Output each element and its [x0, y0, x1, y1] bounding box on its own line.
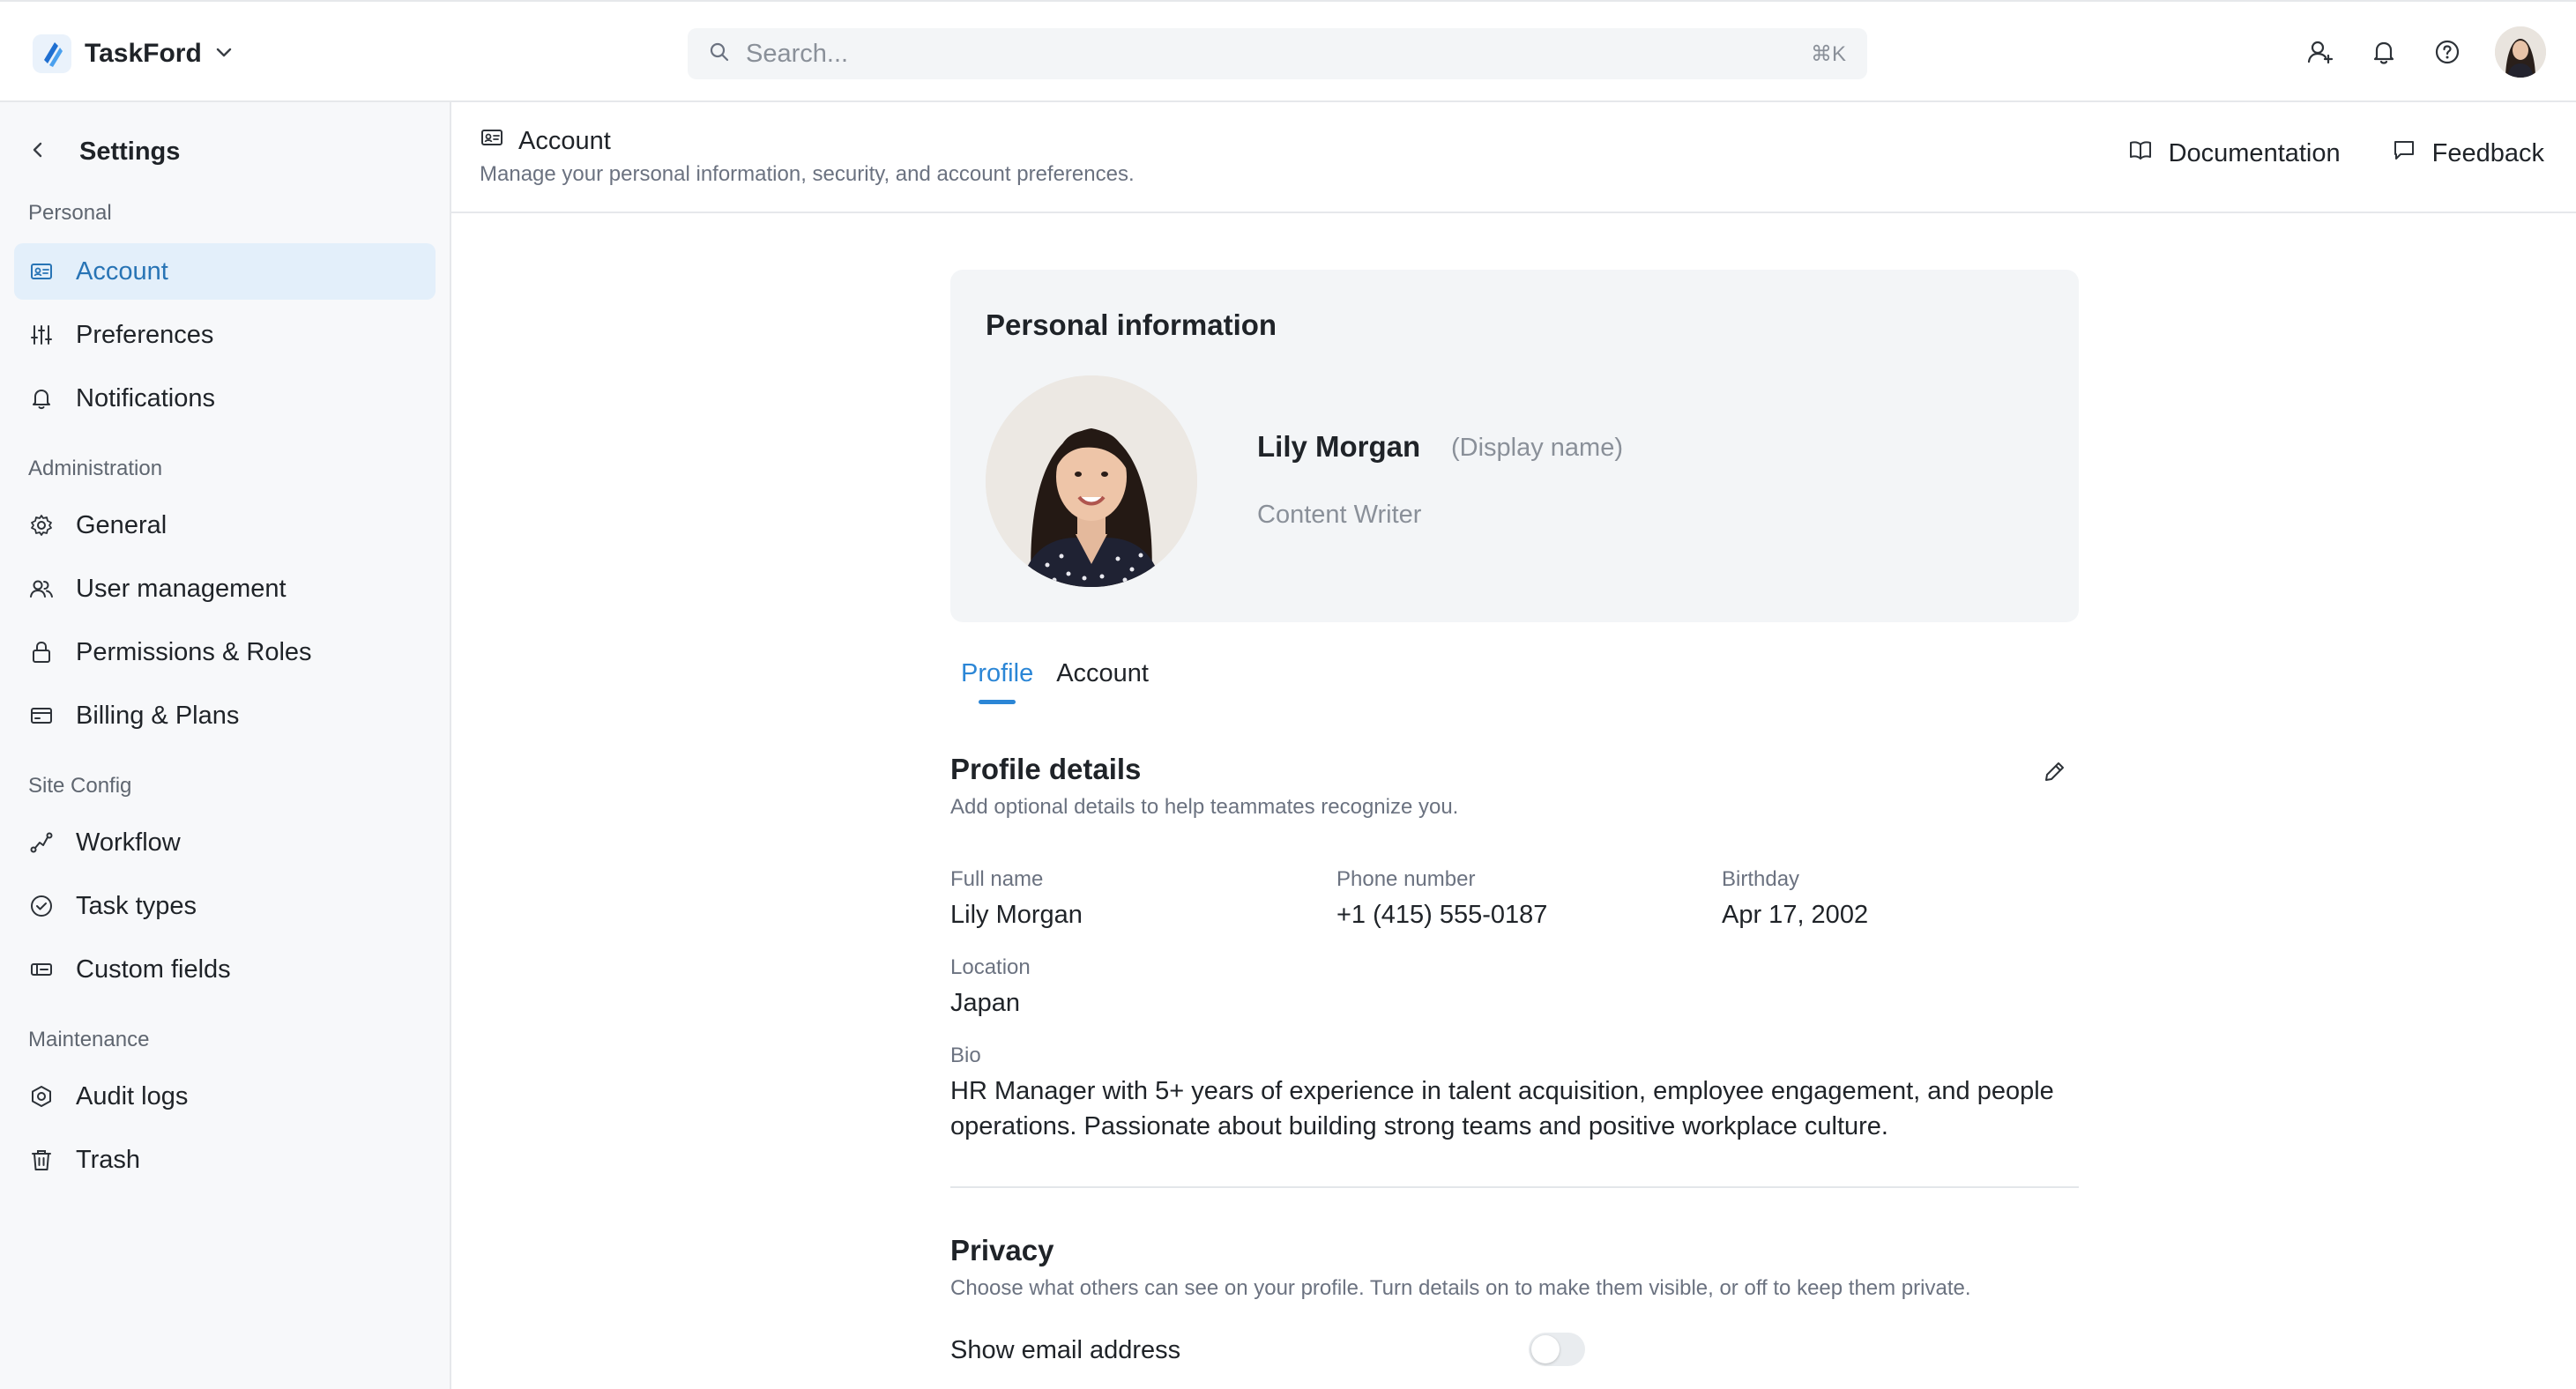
top-bar: TaskFord Search... ⌘K [0, 0, 2576, 102]
form-field-icon [28, 956, 55, 983]
book-icon [2128, 137, 2153, 169]
phone-value: +1 (415) 555-0187 [1336, 901, 1548, 929]
feedback-label: Feedback [2431, 138, 2544, 167]
personal-info-card: Personal information Lily Morgan (Displa… [950, 270, 2079, 622]
bio-value: HR Manager with 5+ years of experience i… [950, 1077, 2054, 1140]
sidebar-item-label: Audit logs [76, 1081, 189, 1110]
privacy-title: Privacy [950, 1234, 1054, 1266]
privacy-subtitle: Choose what others can see on your profi… [950, 1276, 1971, 1300]
chevron-down-icon [214, 42, 234, 66]
gear-icon [28, 512, 55, 539]
sliders-icon [28, 322, 55, 348]
phone-label: Phone number [1336, 867, 1476, 891]
display-name-hint: (Display name) [1451, 434, 1623, 462]
profile-photo[interactable] [986, 375, 1197, 587]
invite-user-icon[interactable] [2304, 36, 2336, 68]
profile-role: Content Writer [1257, 501, 1422, 529]
sidebar-item-custom-fields[interactable]: Custom fields [14, 941, 436, 998]
settings-sidebar: Settings Personal Account Preferences No… [0, 102, 451, 1389]
search-icon [709, 41, 730, 67]
tab-profile[interactable]: Profile [961, 659, 1033, 704]
sidebar-group-administration: Administration [28, 457, 163, 480]
sidebar-group-maintenance: Maintenance [28, 1028, 150, 1051]
section-divider [950, 1186, 2079, 1188]
search-input[interactable]: Search... [746, 40, 1811, 69]
workflow-icon [28, 829, 55, 856]
sidebar-item-notifications[interactable]: Notifications [14, 370, 436, 427]
birthday-label: Birthday [1722, 867, 1800, 891]
sidebar-item-label: Workflow [76, 828, 181, 857]
check-circle-icon [28, 893, 55, 919]
sidebar-group-personal: Personal [28, 201, 112, 225]
sidebar-item-audit-logs[interactable]: Audit logs [14, 1068, 436, 1125]
page-header: Account Manage your personal information… [451, 102, 2576, 213]
message-icon [2392, 137, 2416, 169]
user-avatar[interactable] [2495, 26, 2546, 78]
workspace-switcher[interactable]: TaskFord [32, 32, 234, 76]
bio-label: Bio [950, 1044, 981, 1067]
page-subtitle: Manage your personal information, securi… [480, 162, 1135, 186]
sidebar-item-label: Task types [76, 891, 197, 920]
id-card-icon [28, 258, 55, 285]
sidebar-item-label: Preferences [76, 320, 214, 349]
sidebar-item-account[interactable]: Account [14, 243, 436, 300]
sidebar-item-preferences[interactable]: Preferences [14, 307, 436, 363]
bell-icon [28, 385, 55, 412]
lock-icon [28, 639, 55, 665]
help-icon[interactable] [2431, 36, 2463, 68]
documentation-label: Documentation [2168, 138, 2341, 167]
sidebar-item-trash[interactable]: Trash [14, 1132, 436, 1188]
show-email-label: Show email address [950, 1336, 1181, 1364]
birthday-value: Apr 17, 2002 [1722, 901, 1869, 929]
profile-details-title: Profile details [950, 753, 1142, 785]
bell-icon[interactable] [2368, 36, 2400, 68]
sidebar-item-user-management[interactable]: User management [14, 561, 436, 617]
documentation-link[interactable]: Documentation [2128, 137, 2341, 169]
sidebar-item-label: User management [76, 574, 287, 603]
sidebar-item-workflow[interactable]: Workflow [14, 814, 436, 871]
sidebar-item-permissions-roles[interactable]: Permissions & Roles [14, 624, 436, 680]
edit-profile-button[interactable] [2038, 758, 2070, 790]
pencil-icon [2041, 759, 2067, 790]
search-shortcut: ⌘K [1810, 41, 1846, 66]
users-icon [28, 576, 55, 602]
sidebar-item-task-types[interactable]: Task types [14, 878, 436, 934]
taskford-logo [32, 33, 72, 74]
location-value: Japan [950, 989, 1021, 1017]
back-icon[interactable] [28, 140, 48, 164]
sidebar-item-label: Trash [76, 1145, 141, 1174]
audit-icon [28, 1083, 55, 1110]
sidebar-item-label: Notifications [76, 383, 215, 412]
sidebar-item-label: Billing & Plans [76, 701, 240, 730]
profile-details-subtitle: Add optional details to help teammates r… [950, 795, 1459, 819]
toggle-knob [1531, 1335, 1560, 1363]
sidebar-item-billing-plans[interactable]: Billing & Plans [14, 687, 436, 744]
tab-account[interactable]: Account [1056, 659, 1149, 704]
full-name-value: Lily Morgan [950, 901, 1083, 929]
profile-name: Lily Morgan [1257, 430, 1421, 463]
sidebar-item-label: Account [76, 256, 168, 286]
profile-tabs: Profile Account [961, 659, 1149, 704]
trash-icon [28, 1147, 55, 1173]
sidebar-group-site-config: Site Config [28, 774, 132, 798]
card-title: Personal information [986, 308, 1277, 341]
sidebar-title: Settings [79, 137, 181, 166]
page-title: Account [518, 126, 611, 155]
id-card-icon [480, 125, 504, 157]
app-name: TaskFord [85, 39, 202, 68]
search-bar[interactable]: Search... ⌘K [688, 28, 1867, 79]
sidebar-item-general[interactable]: General [14, 497, 436, 553]
show-email-toggle[interactable] [1529, 1333, 1585, 1366]
full-name-label: Full name [950, 867, 1044, 891]
sidebar-item-label: Permissions & Roles [76, 637, 312, 666]
location-label: Location [950, 955, 1031, 979]
feedback-link[interactable]: Feedback [2392, 137, 2544, 169]
sidebar-item-label: Custom fields [76, 954, 231, 984]
sidebar-item-label: General [76, 510, 168, 539]
credit-card-icon [28, 702, 55, 729]
